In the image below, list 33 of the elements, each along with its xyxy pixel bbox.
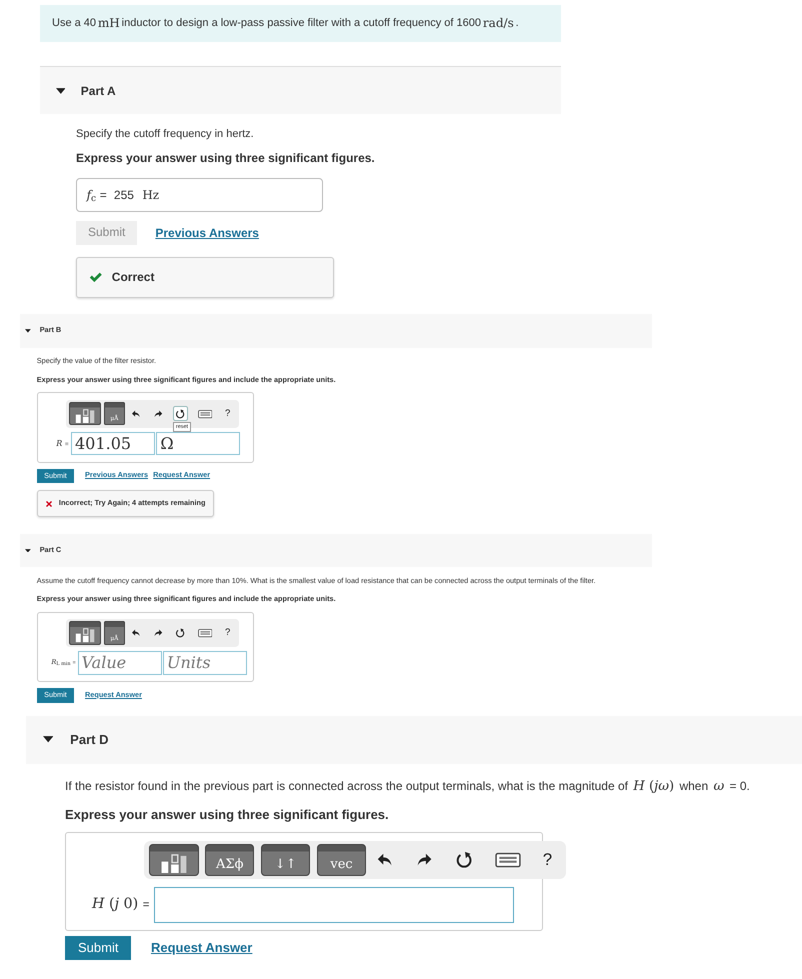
value-field[interactable]: 401.05	[71, 432, 155, 456]
question-text: If the resistor found in the previous part is connected across the output terminals, what is the magnitude of H (jω) when ω = 0.	[65, 778, 751, 796]
template-button[interactable]: vec	[316, 844, 366, 876]
feedback-text: Correct	[112, 269, 154, 286]
answer-link[interactable]: Request Answer	[150, 938, 252, 958]
template-icon[interactable]	[69, 621, 102, 645]
help-button[interactable]: ?	[222, 626, 233, 640]
part-header[interactable]: Part A	[40, 66, 561, 114]
caret-icon	[42, 736, 54, 743]
help-button[interactable]: ?	[539, 848, 556, 872]
template-button[interactable]: ΑΣϕ	[205, 844, 254, 876]
problem-statement: Use a 40 mH inductor to design a low-pass passive filter with a cutoff frequency of 1600 rad/s.	[40, 5, 561, 42]
cross-icon	[45, 500, 54, 508]
question-text: Specify the cutoff frequency in hertz.	[76, 127, 255, 142]
checkmark-icon	[89, 270, 102, 284]
instruction-text: Express your answer using three significant figures.	[65, 806, 390, 824]
submit-button[interactable]: Submit	[65, 936, 132, 960]
answer-field: f$_{c}$ = 255 Hz	[76, 178, 324, 212]
answer-link[interactable]: Previous Answers	[155, 224, 259, 242]
help-button[interactable]: ?	[222, 406, 233, 421]
value-field[interactable]: Value	[78, 651, 162, 675]
template-button[interactable]: ↓↑	[260, 844, 310, 876]
caret-icon	[56, 88, 66, 94]
instruction-text: Express your answer using three significant figures.	[76, 150, 376, 168]
caret-icon	[25, 329, 31, 333]
units-field[interactable]: Units	[163, 651, 247, 675]
answer-label: H (j 0) =	[90, 895, 150, 914]
answer-field[interactable]	[154, 887, 514, 924]
template-icon[interactable]	[149, 844, 199, 876]
caret-icon	[25, 548, 31, 552]
units-field[interactable]: Ω	[156, 432, 240, 456]
template-icon[interactable]	[69, 402, 102, 426]
part-header[interactable]: Part D	[26, 716, 802, 764]
